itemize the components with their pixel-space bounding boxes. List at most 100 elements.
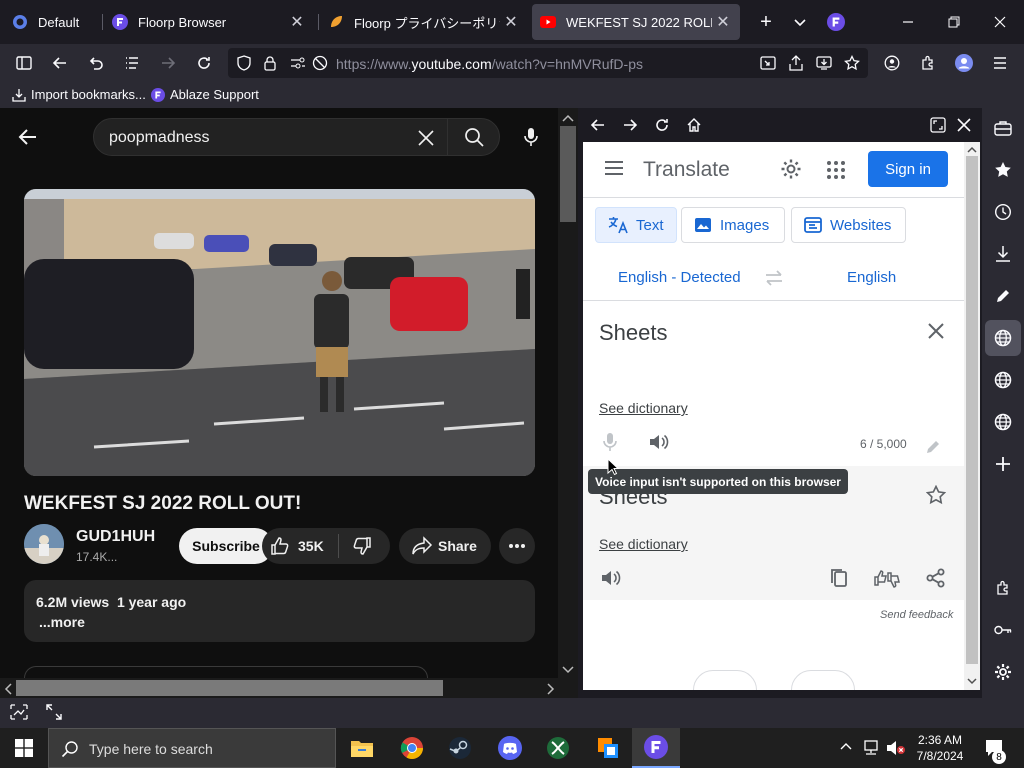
like-count[interactable]: 35K	[298, 538, 324, 554]
hamburger-menu-icon[interactable]	[988, 51, 1012, 75]
toolbox-icon[interactable]	[991, 116, 1015, 140]
sign-in-button[interactable]: Sign in	[868, 151, 948, 187]
passwords-key-icon[interactable]	[991, 618, 1015, 642]
panel-scroll-thumb[interactable]	[966, 156, 978, 664]
see-dictionary-link[interactable]: See dictionary	[599, 536, 688, 552]
panel-reload-icon[interactable]	[650, 113, 674, 137]
discord-icon[interactable]	[486, 728, 534, 768]
see-dictionary-link[interactable]: See dictionary	[599, 400, 688, 416]
permissions-icon[interactable]	[286, 51, 310, 75]
scroll-up-icon[interactable]	[562, 114, 574, 122]
restore-icon[interactable]	[942, 10, 966, 34]
clear-search-icon[interactable]	[416, 128, 436, 148]
target-language[interactable]: English	[847, 269, 896, 286]
floorp-menu-icon[interactable]	[824, 10, 848, 34]
listen-translation-icon[interactable]	[601, 569, 621, 587]
video-player[interactable]	[24, 189, 535, 476]
vertical-scrollbar[interactable]	[558, 108, 578, 698]
tab-floorp-browser[interactable]: Floorp Browser ✕	[104, 4, 314, 40]
scroll-right-icon[interactable]	[547, 683, 555, 695]
bookmark-star-icon[interactable]	[840, 51, 864, 75]
share-upload-icon[interactable]	[784, 51, 808, 75]
remote-desktop-icon[interactable]	[584, 728, 632, 768]
panel-expand-icon[interactable]	[926, 113, 950, 137]
windows-start-icon[interactable]	[0, 728, 48, 768]
system-clock[interactable]: 2:36 AM 7/8/2024	[912, 732, 968, 764]
more-actions-icon[interactable]	[499, 528, 535, 564]
microphone-icon[interactable]	[520, 126, 542, 148]
install-app-icon[interactable]	[812, 51, 836, 75]
edit-pencil-icon[interactable]	[925, 439, 941, 455]
profile-avatar-icon[interactable]	[952, 51, 976, 75]
web-panel-globe-icon-2[interactable]	[991, 368, 1015, 392]
rate-translation-icon[interactable]	[874, 568, 900, 590]
search-icon[interactable]	[464, 127, 484, 147]
panel-home-icon[interactable]	[682, 113, 706, 137]
taskbar-search-box[interactable]: Type here to search	[48, 728, 336, 768]
address-bar[interactable]: https://www.youtube.com/watch?v=hnMVRufD…	[228, 48, 868, 78]
lock-icon[interactable]	[258, 51, 282, 75]
screenshot-tool-icon[interactable]	[10, 704, 28, 720]
description-box[interactable]: 6.2M views 1 year ago ...more	[24, 580, 535, 642]
close-window-icon[interactable]	[988, 10, 1012, 34]
scroll-left-icon[interactable]	[4, 683, 12, 695]
downloads-icon[interactable]	[991, 242, 1015, 266]
back-arrow-icon[interactable]	[16, 125, 40, 149]
minimize-icon[interactable]	[896, 10, 920, 34]
web-panel-globe-icon-3[interactable]	[991, 410, 1015, 434]
new-tab-icon[interactable]: +	[754, 10, 778, 34]
thumbs-down-icon[interactable]	[352, 536, 372, 556]
hscroll-thumb[interactable]	[16, 680, 443, 696]
add-panel-plus-icon[interactable]	[991, 452, 1015, 476]
listen-source-icon[interactable]	[649, 433, 669, 451]
ablaze-support-item[interactable]: Ablaze Support	[151, 87, 259, 102]
youtube-search-input[interactable]: poopmadness	[93, 118, 500, 156]
chrome-icon[interactable]	[388, 728, 436, 768]
scroll-down-icon[interactable]	[967, 678, 977, 685]
floorp-taskbar-icon[interactable]	[632, 728, 680, 768]
panel-back-icon[interactable]	[586, 113, 610, 137]
save-star-icon[interactable]	[926, 485, 946, 505]
microphone-icon[interactable]	[603, 432, 617, 452]
history-clock-icon[interactable]	[991, 200, 1015, 224]
swap-languages-icon[interactable]	[764, 270, 784, 286]
chevron-down-icon[interactable]	[788, 10, 812, 34]
close-tab-icon[interactable]: ✕	[286, 11, 308, 33]
apps-grid-icon[interactable]	[827, 161, 845, 179]
scroll-thumb[interactable]	[560, 126, 576, 222]
mode-text-button[interactable]: Text	[595, 207, 677, 243]
file-explorer-icon[interactable]	[338, 728, 386, 768]
saved-circle-button[interactable]	[791, 670, 855, 690]
source-textarea[interactable]: Sheets	[599, 320, 668, 346]
tab-default[interactable]: Default	[4, 4, 96, 40]
volume-muted-icon[interactable]	[886, 740, 906, 756]
scroll-up-icon[interactable]	[967, 146, 977, 153]
bookmarks-star-icon[interactable]	[991, 158, 1015, 182]
steam-icon[interactable]	[436, 728, 484, 768]
copy-icon[interactable]	[830, 568, 848, 588]
back-icon[interactable]	[48, 51, 72, 75]
clear-source-icon[interactable]	[928, 323, 944, 339]
close-tab-icon[interactable]: ✕	[712, 11, 734, 33]
panel-close-icon[interactable]	[952, 113, 976, 137]
list-icon[interactable]	[120, 51, 144, 75]
xbox-game-icon[interactable]	[534, 728, 582, 768]
notes-pen-icon[interactable]	[991, 284, 1015, 308]
import-bookmarks-item[interactable]: Import bookmarks...	[12, 87, 146, 102]
network-icon[interactable]	[862, 740, 880, 756]
horizontal-scrollbar[interactable]	[0, 678, 578, 698]
fullscreen-toggle-icon[interactable]	[46, 704, 62, 720]
thumbs-up-icon[interactable]	[270, 536, 290, 556]
scroll-down-icon[interactable]	[562, 666, 574, 674]
panel-forward-icon[interactable]	[618, 113, 642, 137]
reload-icon[interactable]	[192, 51, 216, 75]
channel-name[interactable]: GUD1HUH	[76, 528, 155, 546]
source-language[interactable]: English - Detected	[618, 269, 741, 286]
tab-youtube-active[interactable]: WEKFEST SJ 2022 ROLL OUT! ✕	[532, 4, 740, 40]
channel-avatar[interactable]	[24, 524, 64, 564]
panel-scrollbar[interactable]	[964, 142, 980, 690]
picture-in-picture-icon[interactable]	[756, 51, 780, 75]
settings-gear-icon[interactable]	[780, 158, 802, 180]
autoplay-blocked-icon[interactable]	[308, 51, 332, 75]
close-tab-icon[interactable]: ✕	[500, 11, 522, 33]
